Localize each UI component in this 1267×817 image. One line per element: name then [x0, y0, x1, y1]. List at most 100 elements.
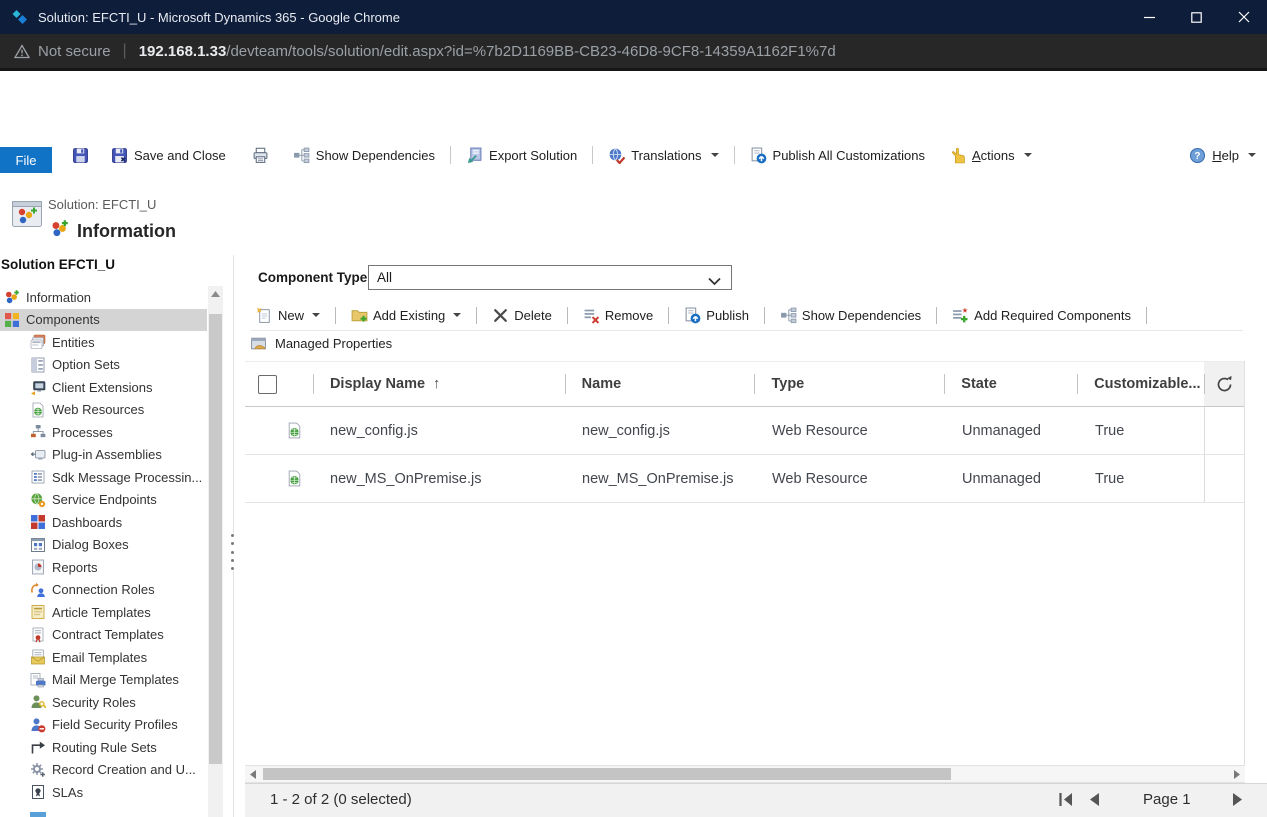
sidebar-item-field-security-profiles[interactable]: Field Security Profiles: [0, 714, 207, 737]
sidebar-item-service-endpoints[interactable]: Service Endpoints: [0, 489, 207, 512]
remove-button[interactable]: Remove: [578, 304, 658, 327]
column-header-name[interactable]: Name: [565, 362, 755, 406]
sidebar-item-processes[interactable]: Processes: [0, 421, 207, 444]
minimize-button[interactable]: [1126, 0, 1173, 34]
refresh-button[interactable]: [1204, 362, 1244, 406]
address-bar[interactable]: Not secure | 192.168.1.33/devteam/tools/…: [0, 34, 1267, 68]
table-row[interactable]: new_config.js new_config.js Web Resource…: [245, 407, 1244, 455]
close-button[interactable]: [1220, 0, 1267, 34]
sidebar-item-mail-merge-templates[interactable]: Mail Merge Templates: [0, 669, 207, 692]
cell-state: Unmanaged: [945, 455, 1078, 502]
splitter-drag-handle[interactable]: [228, 533, 237, 571]
header-solution-label: Solution: EFCTI_U: [48, 197, 156, 212]
dashboards-icon: [30, 514, 46, 530]
sidebar-item-email-templates[interactable]: Email Templates: [0, 646, 207, 669]
table-row[interactable]: new_MS_OnPremise.js new_MS_OnPremise.js …: [245, 455, 1244, 503]
sidebar-item-slas[interactable]: SLAs: [0, 781, 207, 804]
window-titlebar[interactable]: Solution: EFCTI_U - Microsoft Dynamics 3…: [0, 0, 1267, 34]
horizontal-scrollbar-thumb[interactable]: [263, 768, 951, 780]
sidebar-scroll-up-arrow[interactable]: [208, 286, 223, 302]
publish-all-customizations-button[interactable]: Publish All Customizations: [744, 143, 931, 168]
column-header-display-name[interactable]: Display Name ↑: [313, 362, 565, 406]
ribbon-separator: [734, 146, 735, 164]
routing-rules-icon: [30, 739, 46, 755]
cell-customizable: True: [1078, 407, 1205, 454]
dynamics-app-icon: [12, 9, 28, 25]
column-header-type[interactable]: Type: [754, 362, 944, 406]
scroll-right-arrow[interactable]: [1229, 766, 1245, 782]
publish-button[interactable]: Publish: [679, 304, 754, 327]
add-existing-button[interactable]: Add Existing: [346, 304, 466, 327]
managed-properties-button[interactable]: Managed Properties: [250, 335, 392, 352]
cell-name: new_MS_OnPremise.js: [565, 455, 755, 502]
sidebar-item-components[interactable]: Components: [0, 309, 207, 332]
sidebar-item-security-roles[interactable]: Security Roles: [0, 691, 207, 714]
sidebar-item-record-creation[interactable]: Record Creation and U...: [0, 759, 207, 782]
next-page-button[interactable]: [1229, 791, 1247, 808]
security-roles-icon: [30, 694, 46, 710]
delete-button[interactable]: Delete: [487, 304, 557, 327]
save-and-close-icon: [111, 147, 128, 164]
sidebar-scrollbar[interactable]: [208, 286, 223, 817]
sidebar-item-routing-rule-sets[interactable]: Routing Rule Sets: [0, 736, 207, 759]
window-title: Solution: EFCTI_U - Microsoft Dynamics 3…: [38, 10, 400, 25]
web-resource-icon: [286, 422, 303, 439]
service-endpoints-icon: [30, 492, 46, 508]
sidebar-item-dashboards[interactable]: Dashboards: [0, 511, 207, 534]
components-icon: [4, 312, 20, 328]
help-button[interactable]: ? Help: [1183, 143, 1262, 168]
maximize-button[interactable]: [1173, 0, 1220, 34]
scroll-left-arrow[interactable]: [245, 766, 261, 782]
sidebar-item-reports[interactable]: Reports: [0, 556, 207, 579]
new-button[interactable]: New: [251, 304, 325, 327]
print-button[interactable]: [246, 143, 275, 168]
svg-text:?: ?: [1195, 151, 1201, 162]
actions-dropdown-caret: [1024, 153, 1032, 157]
show-dependencies-button[interactable]: Show Dependencies: [287, 143, 441, 168]
sdk-message-icon: [30, 469, 46, 485]
horizontal-scrollbar[interactable]: [245, 765, 1245, 783]
toolbar-separator: [335, 307, 336, 324]
save-and-close-button[interactable]: Save and Close: [105, 143, 232, 168]
add-required-components-button[interactable]: Add Required Components: [947, 304, 1136, 327]
solution-sidebar: Solution EFCTI_U Information Components …: [0, 255, 233, 817]
information-icon: [4, 289, 20, 305]
sidebar-item-entities[interactable]: Entities: [0, 331, 207, 354]
component-type-select[interactable]: All: [368, 265, 732, 290]
sidebar-item-client-extensions[interactable]: Client Extensions: [0, 376, 207, 399]
grid-show-dependencies-button[interactable]: Show Dependencies: [775, 304, 926, 327]
component-type-label: Component Type: [258, 270, 367, 285]
chevron-down-icon: [708, 274, 721, 289]
column-header-state[interactable]: State: [944, 362, 1077, 406]
page-number-text: Page 1: [1143, 791, 1191, 808]
sidebar-item-plugin-assemblies[interactable]: Plug-in Assemblies: [0, 444, 207, 467]
sidebar-item-dialog-boxes[interactable]: Dialog Boxes: [0, 534, 207, 557]
toolbar-separator: [936, 307, 937, 324]
actions-button[interactable]: Actions: [943, 143, 1038, 168]
sidebar-next-item-partial: [30, 812, 46, 817]
sidebar-item-article-templates[interactable]: Article Templates: [0, 601, 207, 624]
sidebar-item-option-sets[interactable]: Option Sets: [0, 354, 207, 377]
first-page-button[interactable]: [1057, 791, 1075, 808]
export-solution-button[interactable]: Export Solution: [460, 143, 583, 168]
sidebar-item-information[interactable]: Information: [0, 286, 207, 309]
grid-toolbar: New Add Existing Delete Remove: [251, 300, 1243, 331]
cell-display-name: new_MS_OnPremise.js: [313, 455, 565, 502]
save-button[interactable]: [66, 143, 95, 168]
component-type-value: All: [377, 270, 392, 285]
sidebar-item-sdk-message-processing[interactable]: Sdk Message Processin...: [0, 466, 207, 489]
field-security-icon: [30, 717, 46, 733]
select-all-checkbox[interactable]: [258, 375, 277, 394]
url-host: 192.168.1.33: [139, 43, 227, 60]
page-title: Information: [77, 221, 176, 242]
previous-page-button[interactable]: [1085, 791, 1103, 808]
actions-icon: [949, 147, 966, 164]
sidebar-item-connection-roles[interactable]: Connection Roles: [0, 579, 207, 602]
file-tab[interactable]: File: [0, 147, 52, 173]
sidebar-scrollbar-thumb[interactable]: [209, 314, 222, 764]
publish-all-icon: [750, 147, 767, 164]
sidebar-item-web-resources[interactable]: Web Resources: [0, 399, 207, 422]
translations-button[interactable]: Translations: [602, 143, 724, 168]
column-header-customizable[interactable]: Customizable...: [1077, 362, 1204, 406]
sidebar-item-contract-templates[interactable]: Contract Templates: [0, 624, 207, 647]
